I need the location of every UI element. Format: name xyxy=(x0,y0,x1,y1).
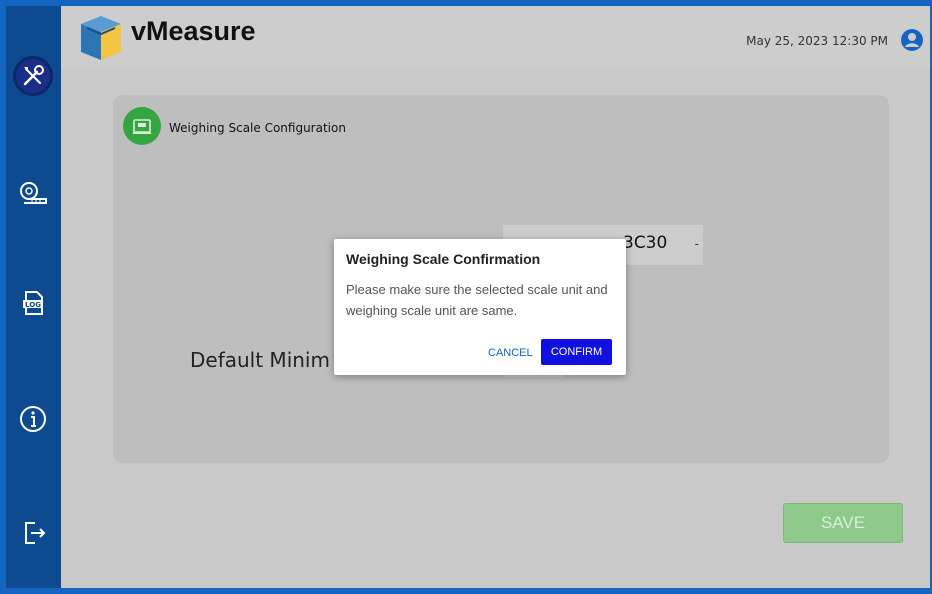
log-icon: LOG xyxy=(23,291,43,315)
sidebar-item-logout[interactable] xyxy=(10,510,56,556)
save-button[interactable]: SAVE xyxy=(783,503,903,543)
cancel-button[interactable]: CANCEL xyxy=(482,343,539,363)
default-minimum-label: Default Minim xyxy=(190,348,330,372)
tools-icon xyxy=(23,65,44,86)
header: vMeasure May 25, 2023 12:30 PM xyxy=(61,6,930,68)
sidebar-item-info[interactable] xyxy=(10,396,56,442)
confirm-button[interactable]: CONFIRM xyxy=(541,339,612,365)
app-window: LOG vMeasure May 25, 2023 12:30 PM Weigh… xyxy=(0,0,932,594)
app-brand: vMeasure xyxy=(131,16,256,46)
dialog-message: Please make sure the selected scale unit… xyxy=(346,282,608,318)
measuring-tape-icon xyxy=(20,182,47,204)
vmeasure-logo-icon xyxy=(81,16,121,60)
dropdown-arrow-icon: - xyxy=(694,237,699,251)
sidebar-item-log[interactable]: LOG xyxy=(10,280,56,326)
logout-icon xyxy=(25,522,46,544)
datetime-display: May 25, 2023 12:30 PM xyxy=(746,34,888,48)
card-title: Weighing Scale Configuration xyxy=(169,121,346,135)
info-icon xyxy=(20,406,46,432)
scale-model-value: 3C30 xyxy=(623,233,668,253)
svg-text:LOG: LOG xyxy=(25,301,41,309)
scale-icon xyxy=(123,107,161,145)
weighing-scale-confirmation-dialog: Weighing Scale Confirmation Please make … xyxy=(334,239,626,375)
dialog-title: Weighing Scale Confirmation xyxy=(346,251,541,267)
user-avatar-icon[interactable] xyxy=(900,28,924,52)
sidebar-item-measure[interactable] xyxy=(10,170,56,216)
sidebar: LOG xyxy=(6,6,61,588)
sidebar-item-configuration[interactable] xyxy=(13,56,53,96)
